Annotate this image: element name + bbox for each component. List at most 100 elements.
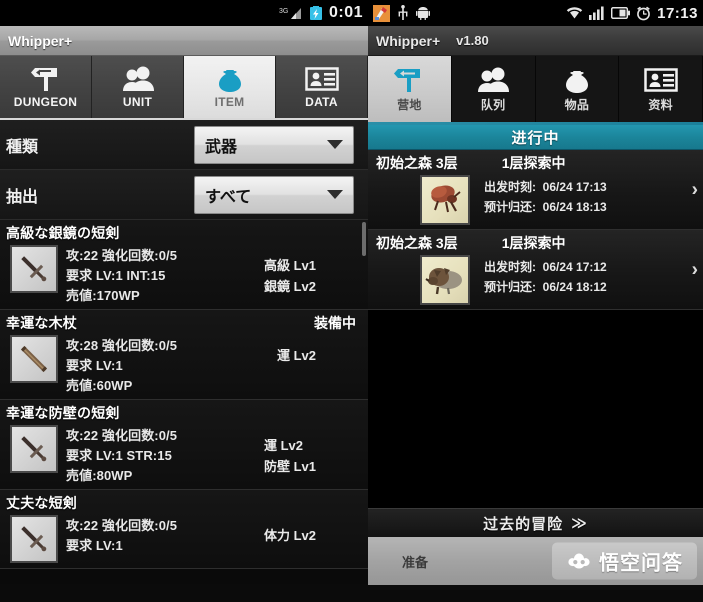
item-body: 攻:28 強化回数:0/5 要求 LV:1 売値:60WP 運 Lv2 [6,335,362,394]
filter-type-label: 種類 [6,138,39,156]
dagger-icon [10,425,58,473]
item-stat-line: 売値:80WP [66,468,133,483]
item-header: 高級な銀鏡の短剣 [6,223,362,243]
chevron-down-icon [327,140,343,149]
adventure-times: 出发时刻: 06/24 17:13 预计归还: 06/24 18:13 [484,175,607,215]
list-item[interactable]: 幸運な木杖 装備中 攻:28 強化回数:0/5 要求 LV:1 売値:60WP … [0,310,368,400]
filter-row-extract: 抽出 すべて [0,170,368,220]
adventure-empty-space [368,310,703,508]
battery-icon [611,7,631,19]
id-card-icon [643,66,678,94]
signpost-icon [394,66,424,94]
adventure-times: 出发时刻: 06/24 17:12 预计归还: 06/24 18:12 [484,255,607,295]
filter-extract-value: すべて [205,188,252,206]
right-phone-panel: 17:13 Whipper+ v1.80 营地 队列 物品 资料 进行中 初始之… [368,0,703,602]
tab-goods[interactable]: 物品 [535,56,620,122]
left-tab-bar: DUNGEON UNIT ITEM DATA [0,56,368,118]
adventure-row[interactable]: 初始之森 3层 1层探索中 [368,230,703,310]
tab-queue[interactable]: 队列 [451,56,536,122]
item-stats: 攻:22 強化回数:0/5 要求 LV:1 INT:15 売値:170WP [66,245,177,304]
item-tag: 高級 Lv1 [263,258,316,273]
list-item[interactable]: 幸運な防壁の短剣 攻:22 強化回数:0/5 要求 LV:1 STR:15 売値… [0,400,368,490]
tab-queue-label: 队列 [480,97,506,112]
right-tab-bar: 营地 队列 物品 资料 [368,56,703,122]
adventure-return: 预计归还: 06/24 18:13 [484,200,607,214]
item-stat-line: 攻:28 強化回数:0/5 [66,338,178,353]
android-icon [416,6,430,20]
right-app-title: Whipper+ [376,32,441,49]
tab-item[interactable]: ITEM [184,56,276,118]
list-item[interactable]: 丈夫な短剣 攻:22 強化回数:0/5 要求 LV:1 体力 Lv2 [0,490,368,569]
left-app-title: Whipper+ [8,32,73,49]
app-version: v1.80 [456,33,489,48]
tab-dungeon[interactable]: DUNGEON [0,56,92,118]
id-card-icon [304,65,339,93]
money-bag-icon [562,66,592,94]
right-clock: 17:13 [657,4,698,22]
chevron-right-icon[interactable]: › [692,260,698,279]
item-tags: 高級 Lv1 銀鏡 Lv2 [264,245,362,295]
chevron-down-icon [327,190,343,199]
item-list[interactable]: 高級な銀鏡の短剣 攻:22 強化回数:0/5 要求 LV:1 INT:15 売値… [0,220,368,584]
dagger-icon [10,515,58,563]
item-stat-line: 売値:60WP [66,378,133,393]
adventure-state: 1层探索中 [501,155,566,171]
item-tag: 銀鏡 Lv2 [263,279,316,294]
tab-goods-label: 物品 [564,97,590,112]
item-stat-line: 攻:22 強化回数:0/5 [66,428,178,443]
prepare-button[interactable]: 准备 [402,552,428,571]
chevron-right-icon[interactable]: › [692,180,698,199]
adventure-list: 初始之森 3层 1层探索中 出发时刻: 06/24 17:13 预计归还: 06… [368,150,703,310]
right-status-right: 17:13 [566,5,698,22]
item-tags: 運 Lv2 [277,335,362,364]
item-tag: 運 Lv2 [276,348,316,363]
people-icon [121,65,155,93]
list-item[interactable]: 高級な銀鏡の短剣 攻:22 強化回数:0/5 要求 LV:1 INT:15 売値… [0,220,368,310]
usb-icon [397,5,409,21]
signpost-icon [30,65,61,93]
item-tag: 防壁 Lv1 [263,459,316,474]
item-tag: 体力 Lv2 [263,528,316,543]
adventure-row[interactable]: 初始之森 3层 1层探索中 [368,150,703,230]
red-beetle-icon [420,175,470,225]
watermark-badge: 悟空问答 [552,542,697,580]
cell-signal-icon [589,6,605,20]
item-tags: 体力 Lv2 [264,515,362,544]
filter-extract-spinner[interactable]: すべて [194,175,354,214]
tab-unit-label: UNIT [122,95,153,109]
battery-charging-icon [309,5,323,21]
right-title-bar: Whipper+ v1.80 [368,26,703,56]
watermark-text: 悟空问答 [599,552,683,575]
adventure-state: 1层探索中 [501,235,566,251]
tab-data[interactable]: DATA [276,56,368,118]
left-phone-panel: 3G 0:01 Whipper+ DUNGEON UNIT ITEM DATA … [0,0,368,602]
tab-info[interactable]: 资料 [619,56,703,122]
item-stat-line: 攻:22 強化回数:0/5 [66,518,178,533]
past-adventures-label: 过去的冒险 [483,515,564,533]
adventure-body: 出发时刻: 06/24 17:13 预计归还: 06/24 18:13 [374,175,697,225]
filter-type-spinner[interactable]: 武器 [194,125,354,164]
past-adventures-button[interactable]: 过去的冒险 ≫ [368,508,703,537]
adventure-header: 初始之森 3层 1层探索中 [374,233,697,253]
item-name: 幸運な木杖 [6,315,77,331]
tab-unit[interactable]: UNIT [92,56,184,118]
list-scrollbar[interactable] [362,222,366,256]
alarm-clock-icon [636,6,651,21]
item-name: 丈夫な短剣 [6,495,77,511]
bottom-action-bar: 准备 悟空问答 [368,537,703,585]
svg-text:3G: 3G [279,8,288,15]
item-stat-line: 要求 LV:1 INT:15 [66,268,166,283]
3g-signal-icon: 3G [279,6,303,21]
adventure-depart: 出发时刻: 06/24 17:13 [484,180,607,194]
money-bag-icon [215,65,245,93]
adventure-body: 出发时刻: 06/24 17:12 预计归还: 06/24 18:12 [374,255,697,305]
item-tag: 運 Lv2 [263,438,303,453]
wukong-cloud-icon [566,552,592,570]
item-stats: 攻:22 強化回数:0/5 要求 LV:1 STR:15 売値:80WP [66,425,177,484]
wifi-icon [566,6,583,20]
item-equipped-badge: 装備中 [314,315,356,331]
item-stats: 攻:22 強化回数:0/5 要求 LV:1 [66,515,177,554]
tab-camp[interactable]: 营地 [368,56,452,122]
item-body: 攻:22 強化回数:0/5 要求 LV:1 体力 Lv2 [6,515,362,563]
filter-row-type: 種類 武器 [0,120,368,170]
